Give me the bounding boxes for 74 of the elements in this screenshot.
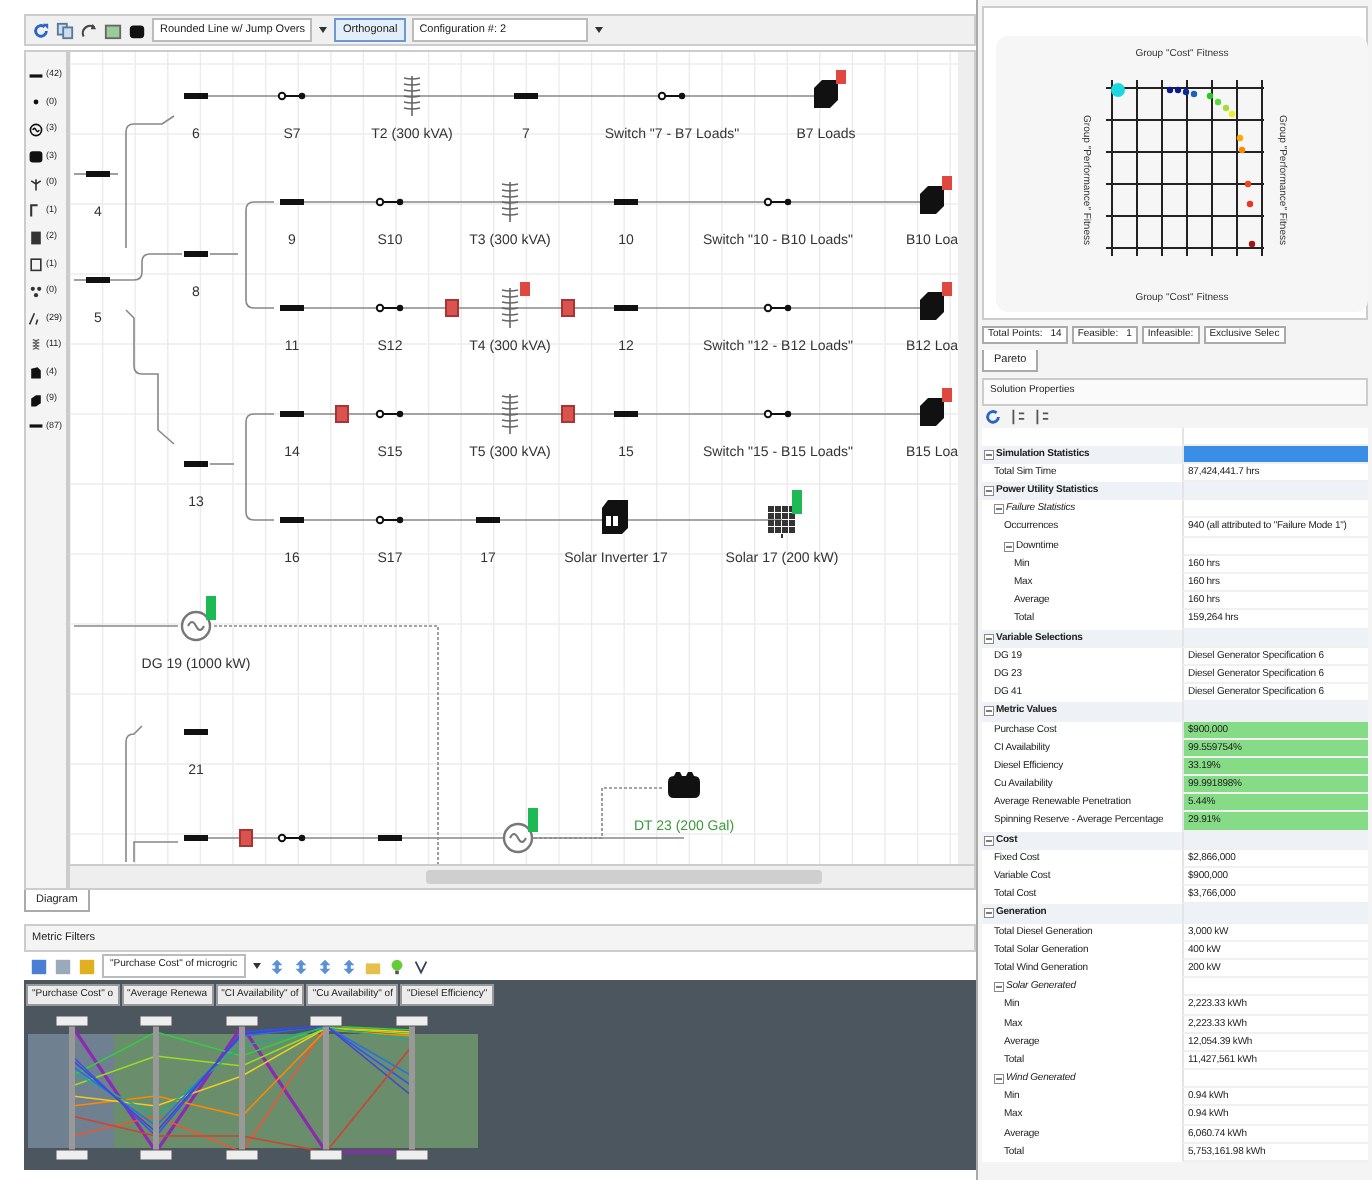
wind-tool-icon[interactable]: [28, 175, 44, 192]
transformer-tool-icon[interactable]: [28, 337, 44, 354]
converter-tool-icon[interactable]: [28, 364, 44, 381]
wire: [73, 625, 179, 627]
fault-marker-icon[interactable]: [335, 405, 349, 423]
collapse-icon[interactable]: [994, 504, 1004, 515]
transformer-icon[interactable]: [403, 75, 421, 117]
switch-icon[interactable]: [277, 833, 306, 843]
collapse-icon[interactable]: [994, 982, 1004, 993]
wire: [209, 253, 239, 255]
wire: [125, 309, 175, 445]
tank-icon[interactable]: [128, 21, 146, 39]
transformer-icon[interactable]: [501, 287, 519, 329]
move-arrows-icon[interactable]: [291, 957, 310, 976]
copy-icon[interactable]: [56, 21, 74, 39]
transformer-icon[interactable]: [501, 393, 519, 435]
fault-marker-icon[interactable]: [445, 299, 459, 317]
meter-tool-icon[interactable]: [28, 202, 44, 219]
horizontal-scrollbar[interactable]: [70, 863, 974, 888]
collapse-icon[interactable]: [994, 1074, 1004, 1085]
collapse-icon[interactable]: [984, 486, 994, 497]
caret-icon[interactable]: [594, 26, 605, 34]
wire: [73, 279, 89, 281]
scrollbar-thumb[interactable]: [426, 869, 822, 884]
tank-icon[interactable]: [668, 772, 700, 798]
network-tool-icon[interactable]: [28, 283, 44, 300]
wire: [109, 253, 183, 281]
wire: [245, 413, 275, 475]
inverter-icon[interactable]: [602, 500, 628, 534]
panel-tool-icon[interactable]: [28, 229, 44, 246]
sort-icon[interactable]: [1008, 407, 1026, 425]
collapse-icon[interactable]: [984, 908, 994, 919]
switch-icon[interactable]: [375, 515, 404, 525]
wire: [109, 173, 119, 175]
collapse-icon[interactable]: [984, 633, 994, 644]
load-tool-icon[interactable]: [28, 391, 44, 408]
move-arrows-icon[interactable]: [339, 957, 358, 976]
collapse-icon[interactable]: [984, 449, 994, 460]
generator-icon[interactable]: [502, 822, 534, 854]
switch-icon[interactable]: [763, 197, 792, 207]
tank-tool-icon[interactable]: [28, 148, 44, 165]
cable-tool-icon[interactable]: [28, 310, 44, 327]
switch-icon[interactable]: [657, 91, 686, 101]
solar-panel-icon[interactable]: [768, 506, 795, 539]
switch-icon[interactable]: [763, 303, 792, 313]
generator-icon[interactable]: [180, 610, 212, 642]
vertical-scrollbar[interactable]: [958, 52, 974, 866]
caret-icon[interactable]: [251, 962, 262, 971]
wire: [209, 463, 235, 465]
collapse-icon[interactable]: [984, 706, 994, 717]
redo-icon[interactable]: [80, 21, 98, 39]
refresh-icon[interactable]: [984, 407, 1002, 425]
switch-icon[interactable]: [375, 409, 404, 419]
switch-icon[interactable]: [375, 303, 404, 313]
collapse-icon[interactable]: [984, 835, 994, 846]
wire: [245, 201, 275, 255]
sort-icon[interactable]: [1032, 407, 1050, 425]
switch-icon[interactable]: [763, 409, 792, 419]
fault-marker-icon[interactable]: [239, 829, 253, 847]
collapse-icon[interactable]: [1004, 541, 1014, 552]
fault-marker-icon[interactable]: [561, 299, 575, 317]
wire: [245, 473, 275, 521]
battery-tool-icon[interactable]: [28, 256, 44, 273]
caret-icon[interactable]: [318, 26, 329, 34]
fault-marker-icon[interactable]: [561, 405, 575, 423]
wire: [125, 115, 175, 249]
move-arrows-icon[interactable]: [315, 957, 334, 976]
switch-icon[interactable]: [375, 197, 404, 207]
switch-icon[interactable]: [277, 91, 306, 101]
transformer-icon[interactable]: [501, 181, 519, 223]
generator-tool-icon[interactable]: [28, 121, 44, 138]
wire: [73, 173, 89, 175]
refresh-icon[interactable]: [32, 21, 50, 39]
wire: [245, 253, 275, 309]
